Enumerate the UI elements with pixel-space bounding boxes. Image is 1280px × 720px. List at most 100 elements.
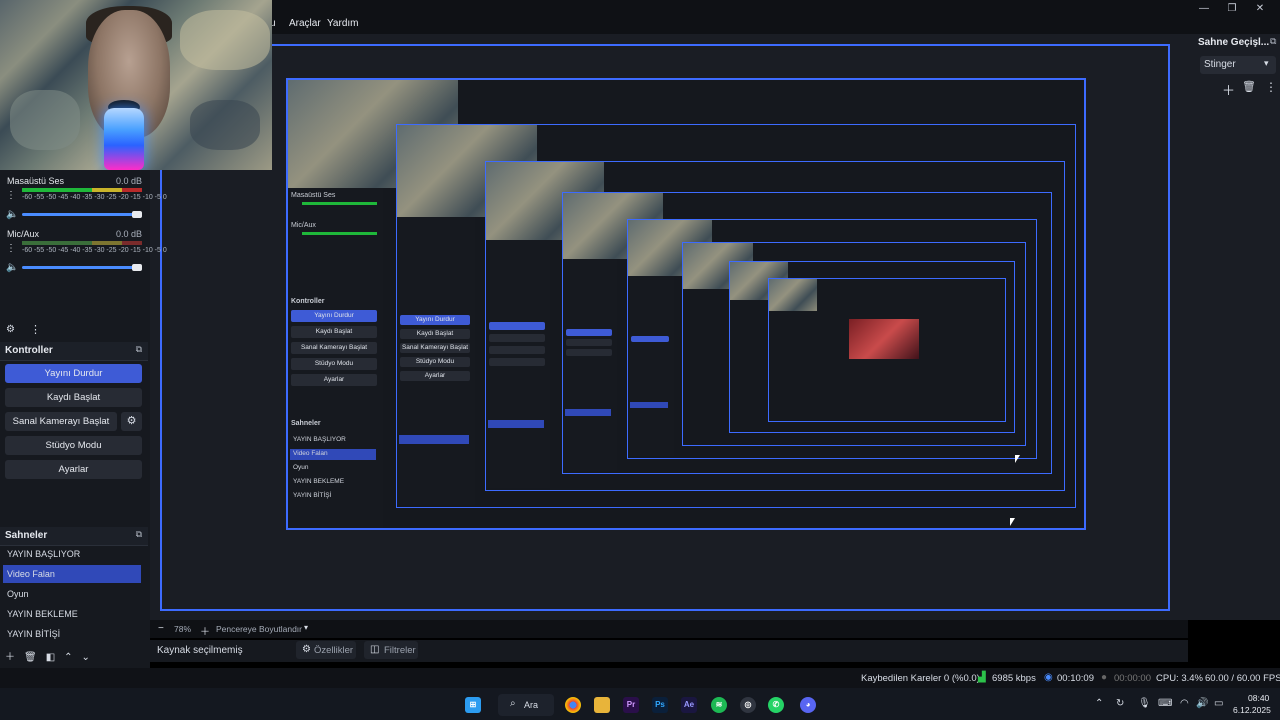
keyboard-icon[interactable]: ⌨ <box>1158 698 1172 709</box>
mixer-menu-icon[interactable]: ⋮ <box>6 190 16 201</box>
start-virtual-camera-button[interactable]: Sanal Kamerayı Başlat <box>5 412 117 431</box>
studio-mode-button[interactable]: Stüdyo Modu <box>5 436 142 455</box>
kebab-menu-icon[interactable]: ⋮ <box>30 323 41 336</box>
mic-icon[interactable]: 🎙 <box>1138 698 1151 709</box>
cursor-icon <box>1010 518 1015 526</box>
filters-label: Filtreler <box>384 645 416 656</box>
zoom-in-icon[interactable]: ＋ <box>200 623 210 638</box>
add-icon[interactable]: ＋ <box>1222 80 1235 99</box>
volume-slider-mic[interactable] <box>22 264 142 271</box>
filters-button[interactable]: ◫ Filtreler <box>364 641 418 659</box>
filter-icon: ◫ <box>370 644 380 655</box>
taskbar <box>0 688 1280 720</box>
stop-stream-button[interactable]: Yayını Durdur <box>5 364 142 383</box>
scene-item-selected[interactable]: Video Falan <box>3 565 141 583</box>
controls-title: Kontroller <box>5 345 53 356</box>
transitions-header: Sahne Geçişl... ⧉ <box>1192 34 1280 50</box>
filter-icon[interactable]: ◧ <box>46 652 55 663</box>
chevron-down-icon: ▾ <box>1264 58 1269 68</box>
mixer-menu-icon[interactable]: ⋮ <box>6 243 16 254</box>
record-icon: ● <box>1101 672 1108 683</box>
clock-date[interactable]: 6.12.2025 <box>1233 705 1271 715</box>
scenes-header: Sahneler ⧉ <box>0 527 148 546</box>
speaker-icon[interactable]: 🔊 <box>1196 698 1208 709</box>
source-status: Kaynak seçilmemiş <box>157 645 243 656</box>
chevron-up-icon[interactable]: ⌃ <box>64 652 72 663</box>
mixer-label-mic: Mic/Aux <box>7 229 40 239</box>
undock-icon[interactable]: ⧉ <box>136 344 142 355</box>
discord-icon[interactable]: ◕ <box>800 697 816 713</box>
scene-item[interactable]: YAYIN BİTİŞİ <box>3 625 141 643</box>
undock-icon[interactable]: ⧉ <box>136 529 142 540</box>
search-label: Ara <box>524 700 539 710</box>
nested-left-panel: Masaüstü Ses Mic/Aux Kontroller Yayını D… <box>288 188 383 528</box>
settings-button[interactable]: Ayarlar <box>5 460 142 479</box>
premiere-icon[interactable]: Pr <box>623 697 639 713</box>
chevron-down-icon[interactable]: ⌄ <box>82 652 90 663</box>
mixer-db-desktop: 0.0 dB <box>115 176 142 186</box>
scene-toolbar: ＋ 🗑 ◧ ⌃ ⌄ <box>5 648 99 663</box>
left-panel: Masaüstü Ses 0.0 dB ⋮ -60 -55 -50 -45 -4… <box>0 170 167 670</box>
webcam-feed <box>0 0 272 170</box>
gear-icon[interactable]: ⚙ <box>6 324 15 335</box>
preview-canvas[interactable]: Masaüstü Ses Mic/Aux Kontroller Yayını D… <box>160 44 1170 611</box>
spotify-icon[interactable]: ≋ <box>711 697 727 713</box>
search-icon: ⌕ <box>510 698 516 709</box>
undock-icon[interactable]: ⧉ <box>1270 36 1276 47</box>
whatsapp-icon[interactable]: ✆ <box>768 697 784 713</box>
stream-time: 00:10:09 <box>1057 673 1094 684</box>
windows-start-icon[interactable]: ⊞ <box>465 697 481 713</box>
photoshop-icon[interactable]: Ps <box>652 697 668 713</box>
cpu-usage: CPU: 3.4% <box>1156 673 1203 684</box>
menu-item-help[interactable]: Yardım <box>327 18 359 29</box>
volume-icon[interactable]: 🔈 <box>6 262 18 273</box>
trash-icon[interactable]: 🗑 <box>24 652 37 663</box>
chevron-down-icon[interactable]: ▾ <box>304 623 308 632</box>
right-panel <box>1188 34 1280 620</box>
scene-item[interactable]: YAYIN BEKLEME <box>3 605 141 623</box>
trash-icon[interactable]: 🗑 <box>1242 80 1256 93</box>
add-icon[interactable]: ＋ <box>5 652 15 663</box>
microphone <box>104 108 144 170</box>
folder-icon[interactable] <box>594 697 610 713</box>
bitrate: 6985 kbps <box>992 673 1036 684</box>
audio-meter-mic: -60 -55 -50 -45 -40 -35 -30 -25 -20 -15 … <box>22 241 167 255</box>
minimize-icon[interactable]: — <box>1196 2 1212 16</box>
nested-preview-frame: Masaüstü Ses Mic/Aux Kontroller Yayını D… <box>286 78 1086 530</box>
audio-meter-desktop: -60 -55 -50 -45 -40 -35 -30 -25 -20 -15 … <box>22 188 167 202</box>
transition-select-value: Stinger <box>1204 59 1236 70</box>
properties-button[interactable]: ⚙ Özellikler <box>296 641 356 659</box>
wifi-icon[interactable]: ◠ <box>1180 698 1189 709</box>
battery-icon[interactable]: ▭ <box>1214 698 1223 709</box>
volume-slider-desktop[interactable] <box>22 211 142 218</box>
after-effects-icon[interactable]: Ae <box>681 697 697 713</box>
gear-icon: ⚙ <box>302 644 311 655</box>
scene-item[interactable]: Oyun <box>3 585 141 603</box>
sync-icon[interactable]: ↻ <box>1116 698 1124 709</box>
transitions-title: Sahne Geçişl... <box>1198 37 1270 48</box>
zoom-out-icon[interactable]: − <box>158 623 164 634</box>
mixer-db-mic: 0.0 dB <box>115 229 142 239</box>
chevron-up-icon[interactable]: ⌃ <box>1095 698 1103 709</box>
transition-select[interactable]: Stinger ▾ <box>1200 56 1276 74</box>
obs-icon[interactable]: ◎ <box>740 697 756 713</box>
source-bar: Kaynak seçilmemiş ⚙ Özellikler ◫ Filtrel… <box>150 640 1188 662</box>
properties-label: Özellikler <box>314 645 354 656</box>
virtual-camera-settings-icon[interactable]: ⚙ <box>121 412 142 431</box>
search-button[interactable]: ⌕ Ara <box>498 694 554 716</box>
kebab-menu-icon[interactable]: ⋮ <box>1265 80 1277 94</box>
start-recording-button[interactable]: Kaydı Başlat <box>5 388 142 407</box>
zoom-level: 78% <box>174 624 192 634</box>
zoom-bar: − 78% ＋ Pencereye Boyutlandır ▾ <box>150 620 1188 638</box>
close-icon[interactable]: ✕ <box>1252 2 1268 16</box>
record-time: 00:00:00 <box>1114 673 1151 684</box>
menu-item-tools[interactable]: Araçlar <box>289 18 321 29</box>
scene-item[interactable]: YAYIN BAŞLIYOR <box>3 545 141 563</box>
signal-icon: ▟ <box>978 672 986 683</box>
maximize-icon[interactable]: ❐ <box>1224 2 1240 16</box>
dropped-frames: Kaybedilen Kareler 0 (%0.0) <box>861 673 980 684</box>
resize-to-window[interactable]: Pencereye Boyutlandır <box>216 624 302 634</box>
chrome-icon[interactable] <box>565 697 581 713</box>
volume-icon[interactable]: 🔈 <box>6 209 18 220</box>
clock-time[interactable]: 08:40 <box>1248 693 1269 703</box>
